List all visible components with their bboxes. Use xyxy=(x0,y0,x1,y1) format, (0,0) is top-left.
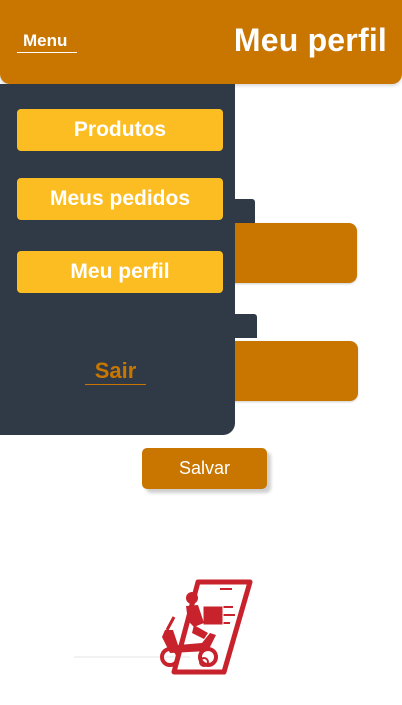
app-header: Menu Meu perfil xyxy=(0,0,402,84)
logout-link[interactable]: Sair xyxy=(85,358,146,385)
profile-field-1[interactable] xyxy=(222,223,357,283)
drawer-item-meu-perfil[interactable]: Meu perfil xyxy=(17,251,223,293)
profile-field-2[interactable] xyxy=(222,341,358,401)
menu-button[interactable]: Menu xyxy=(17,31,77,53)
drawer-item-produtos[interactable]: Produtos xyxy=(17,109,223,151)
side-drawer: Produtos Meus pedidos Meu perfil Sair xyxy=(0,84,235,435)
drawer-item-meus-pedidos[interactable]: Meus pedidos xyxy=(17,178,223,220)
save-button[interactable]: Salvar xyxy=(142,448,267,489)
delivery-scooter-phone-icon xyxy=(70,575,270,680)
page-title: Meu perfil xyxy=(233,22,387,58)
